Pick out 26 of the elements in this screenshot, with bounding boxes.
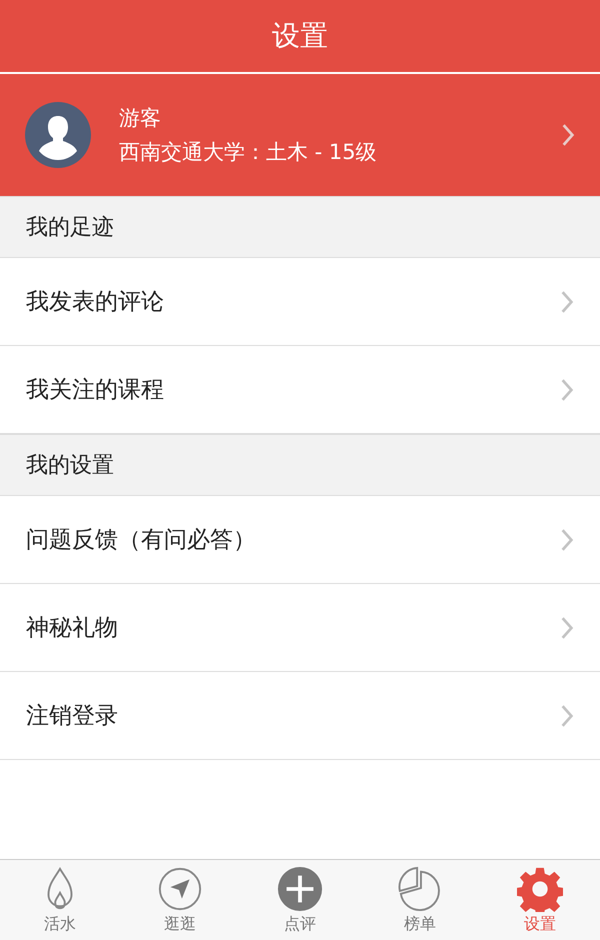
profile-card[interactable]: 游客 西南交通大学：土木 - 15级	[0, 74, 600, 196]
pie-chart-icon	[397, 866, 443, 912]
chevron-icon	[560, 528, 574, 552]
chevron-icon	[560, 378, 574, 402]
compass-icon	[157, 866, 203, 912]
menu-item[interactable]: 我发表的评论	[0, 258, 600, 346]
add-icon	[277, 866, 323, 912]
menu-item[interactable]: 问题反馈（有问必答）	[0, 496, 600, 584]
tab[interactable]: 逛逛	[120, 860, 240, 940]
tab[interactable]: 设置	[480, 860, 600, 940]
chevron-icon	[560, 704, 574, 728]
user-name: 游客	[119, 105, 162, 132]
chevron-icon	[560, 290, 574, 314]
tab[interactable]: 点评	[240, 860, 360, 940]
section-title: 我的设置	[26, 452, 114, 480]
tab[interactable]: 榜单	[360, 860, 480, 940]
page-title: 设置	[272, 18, 328, 54]
chevron-icon	[561, 123, 575, 147]
chevron-icon	[560, 616, 574, 640]
settings-icon	[517, 866, 563, 912]
avatar-icon	[25, 102, 91, 168]
menu-item[interactable]: 注销登录	[0, 672, 600, 760]
user-detail: 西南交通大学：土木 - 15级	[119, 139, 378, 166]
section-title: 我的足迹	[26, 214, 114, 242]
tab[interactable]: 活水	[0, 860, 120, 940]
menu-item[interactable]: 神秘礼物	[0, 584, 600, 672]
